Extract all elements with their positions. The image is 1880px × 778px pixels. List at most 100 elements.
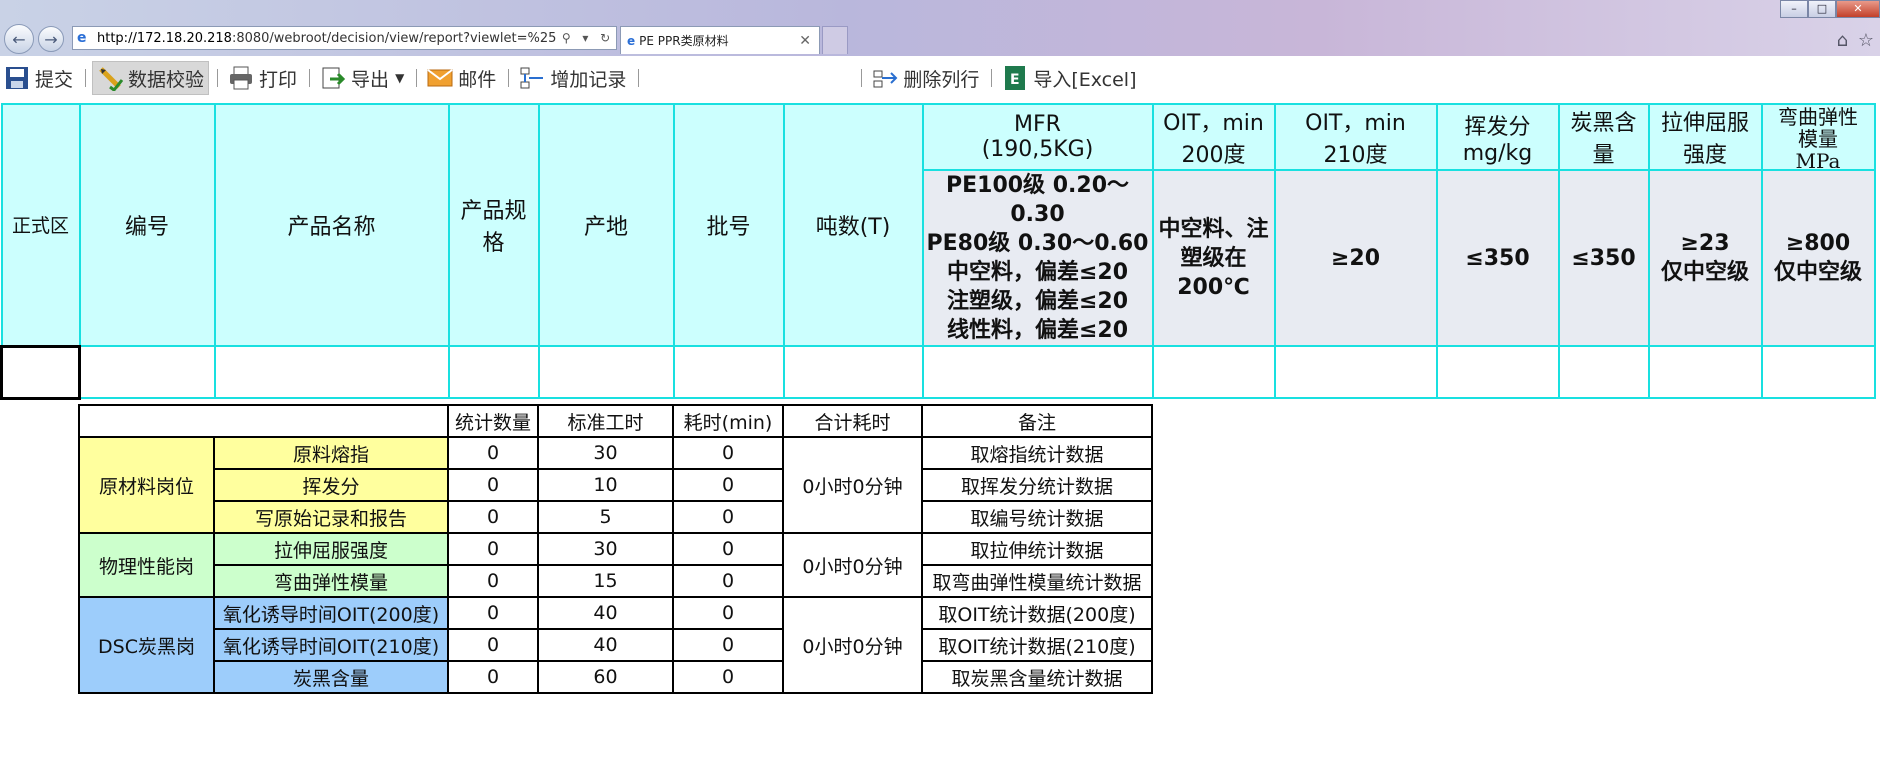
- toolbar-separator: [309, 69, 311, 87]
- item-time: 0: [672, 532, 784, 566]
- toolbar-separator: [416, 69, 418, 87]
- data-cell[interactable]: [78, 345, 216, 399]
- item-count: 0: [447, 500, 539, 534]
- item-name: 原料熔指: [213, 436, 449, 470]
- item-std-time: 15: [537, 564, 674, 598]
- toolbar-separator: [991, 69, 993, 87]
- header-volatile: 挥发分 mg/kg: [1435, 103, 1560, 171]
- data-cell[interactable]: [213, 345, 450, 399]
- delete-row-label: 删除列行: [903, 68, 980, 91]
- print-label: 打印: [259, 68, 298, 91]
- spec-oit-210: ≥20: [1273, 169, 1438, 347]
- submit-label: 提交: [35, 68, 74, 91]
- header-origin: 产地: [537, 103, 675, 347]
- favorites-icon[interactable]: ☆: [1858, 30, 1874, 51]
- add-row-icon: [519, 65, 545, 91]
- back-arrow-icon: ←: [12, 29, 26, 49]
- item-note: 取编号统计数据: [921, 500, 1153, 534]
- item-count: 0: [447, 660, 539, 694]
- header-tensile: 拉伸屈服 强度: [1647, 103, 1763, 171]
- data-cell-selected[interactable]: [0, 344, 81, 400]
- tab-title: PE PPR类原材料: [639, 34, 729, 48]
- maximize-button[interactable]: □: [1808, 0, 1836, 18]
- mail-button[interactable]: 邮件: [423, 61, 500, 95]
- data-cell[interactable]: [1273, 345, 1438, 399]
- spec-flex-modulus: ≥800 仅中空级: [1760, 169, 1876, 347]
- data-cell[interactable]: [921, 345, 1154, 399]
- browser-chrome: ← → e http://172.18.20.218:8080/webroot/…: [0, 0, 1880, 56]
- minimize-button[interactable]: –: [1780, 0, 1808, 18]
- ie-tab-icon: e: [627, 33, 636, 48]
- delete-row-button[interactable]: 删除列行: [868, 61, 983, 95]
- export-button[interactable]: 导出 ▼: [316, 61, 408, 95]
- data-cell[interactable]: [1557, 345, 1650, 399]
- tab-close-icon[interactable]: ✕: [799, 33, 811, 49]
- table-row: 炭黑含量 0 60 0 取炭黑含量统计数据: [79, 660, 1153, 694]
- validate-button[interactable]: 数据校验: [92, 61, 210, 95]
- data-row: [0, 344, 1876, 400]
- spec-oit-200: 中空料、注 塑级在 200℃: [1151, 169, 1276, 347]
- header-product-name: 产品名称: [213, 103, 450, 347]
- header-oit-200: OIT，min 200度: [1151, 103, 1276, 171]
- item-std-time: 60: [537, 660, 674, 694]
- report-toolbar: 提交 数据校验 打印 导出 ▼ 邮件 增加记录 删除列行 E 导入[Excel]: [0, 56, 1880, 100]
- data-cell[interactable]: [1151, 345, 1276, 399]
- group-total: 0小时0分钟: [782, 436, 923, 534]
- data-cell[interactable]: [447, 345, 540, 399]
- item-time: 0: [672, 468, 784, 502]
- validate-label: 数据校验: [128, 68, 205, 91]
- search-icon[interactable]: ⚲: [562, 31, 571, 45]
- data-cell[interactable]: [1647, 345, 1763, 399]
- item-time: 0: [672, 660, 784, 694]
- new-tab-button[interactable]: [822, 26, 848, 54]
- item-time: 0: [672, 500, 784, 534]
- table-row: 氧化诱导时间OIT(210度) 0 40 0 取OIT统计数据(210度): [79, 628, 1153, 662]
- group-total: 0小时0分钟: [782, 596, 923, 694]
- group-name: DSC炭黑岗: [78, 596, 215, 694]
- toolbar-separator: [85, 69, 87, 87]
- add-record-button[interactable]: 增加记录: [515, 61, 630, 95]
- data-cell[interactable]: [537, 345, 675, 399]
- item-name: 氧化诱导时间OIT(200度): [213, 596, 449, 630]
- import-excel-label: 导入[Excel]: [1033, 68, 1137, 91]
- mail-label: 邮件: [458, 68, 497, 91]
- header-mfr: MFR (190,5KG): [921, 103, 1154, 171]
- workload-stats-table: 统计数量 标准工时 耗时(min) 合计耗时 备注 原材料岗位 原料熔指 0 3…: [78, 404, 1153, 694]
- export-label: 导出: [351, 68, 390, 91]
- submit-button[interactable]: 提交: [0, 61, 77, 95]
- data-cell[interactable]: [672, 345, 785, 399]
- print-button[interactable]: 打印: [224, 61, 301, 95]
- refresh-icon[interactable]: ↻: [600, 31, 610, 45]
- import-excel-button[interactable]: E 导入[Excel]: [998, 61, 1140, 95]
- stats-header-note: 备注: [921, 404, 1153, 438]
- item-note: 取弯曲弹性模量统计数据: [921, 564, 1153, 598]
- item-note: 取挥发分统计数据: [921, 468, 1153, 502]
- envelope-icon: [427, 65, 453, 91]
- item-note: 取炭黑含量统计数据: [921, 660, 1153, 694]
- dropdown-icon[interactable]: ▾: [582, 31, 588, 45]
- back-button[interactable]: ←: [4, 24, 34, 54]
- header-tonnage: 吨数(T): [782, 103, 924, 347]
- table-row: 挥发分 0 10 0 取挥发分统计数据: [79, 468, 1153, 502]
- export-icon: [320, 65, 346, 91]
- excel-icon: E: [1002, 65, 1028, 91]
- zone-label-cell: 正式区: [0, 103, 81, 347]
- item-count: 0: [447, 596, 539, 630]
- table-row: DSC炭黑岗 氧化诱导时间OIT(200度) 0 40 0 0小时0分钟 取OI…: [78, 596, 1153, 694]
- item-count: 0: [447, 564, 539, 598]
- forward-button[interactable]: →: [38, 26, 64, 52]
- data-cell[interactable]: [782, 345, 924, 399]
- group-total: 0小时0分钟: [782, 532, 923, 598]
- tab-active[interactable]: e PE PPR类原材料 ✕: [620, 26, 820, 54]
- window-close-button[interactable]: ✕: [1836, 0, 1880, 18]
- forward-arrow-icon: →: [44, 29, 58, 49]
- item-note: 取拉伸统计数据: [921, 532, 1153, 566]
- address-url[interactable]: http://172.18.20.218:8080/webroot/decisi…: [97, 31, 556, 46]
- home-icon[interactable]: ⌂: [1837, 30, 1848, 51]
- header-code: 编号: [78, 103, 216, 347]
- address-bar[interactable]: e http://172.18.20.218:8080/webroot/deci…: [72, 26, 617, 50]
- item-count: 0: [447, 628, 539, 662]
- data-cell[interactable]: [1760, 345, 1876, 399]
- data-cell[interactable]: [1435, 345, 1560, 399]
- spec-volatile: ≤350: [1435, 169, 1560, 347]
